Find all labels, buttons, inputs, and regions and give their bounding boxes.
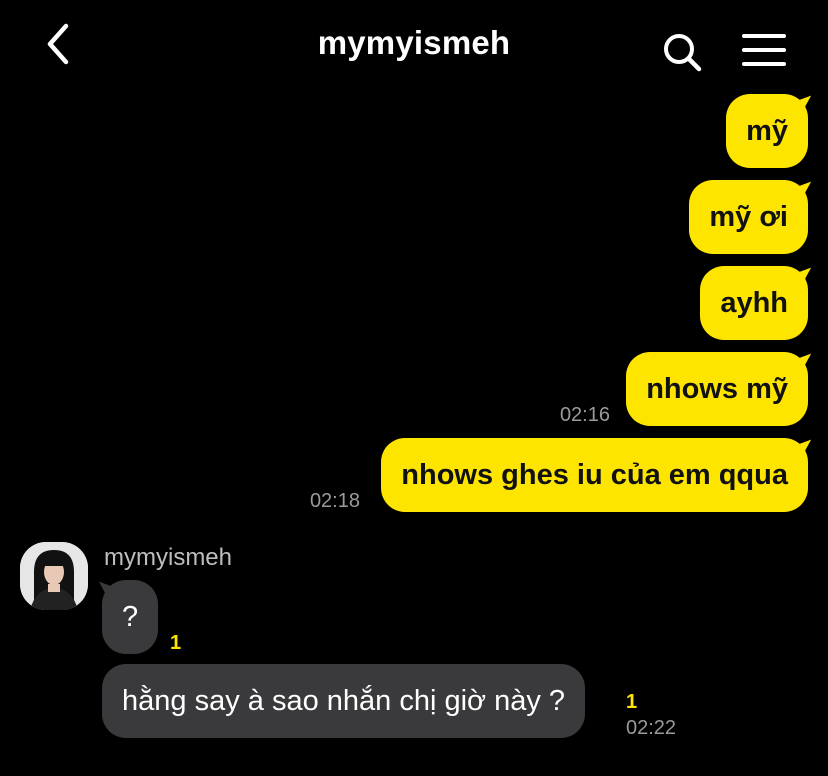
unread-count: 1 [626, 691, 638, 713]
outgoing-message[interactable]: ayhh [700, 266, 808, 340]
message-timestamp: 02:16 [559, 404, 610, 426]
incoming-message[interactable]: hằng say à sao nhắn chị giờ này ? [102, 664, 586, 738]
outgoing-message[interactable]: nhows mỹ [626, 352, 808, 426]
search-button[interactable] [660, 30, 704, 74]
message-timestamp: 02:18 [309, 490, 360, 512]
chat-header: mymyismeh [0, 0, 828, 90]
message-timestamp: 02:22 [626, 717, 677, 739]
avatar[interactable] [20, 542, 88, 610]
menu-button[interactable] [740, 28, 788, 72]
sender-name: mymyismeh [104, 544, 233, 571]
search-icon [664, 34, 702, 72]
profile-photo [20, 542, 88, 610]
outgoing-message[interactable]: mỹ ơi [689, 180, 808, 254]
hamburger-menu-icon [742, 34, 786, 66]
outgoing-message[interactable]: nhows ghes iu của em qqua [381, 438, 808, 512]
incoming-message[interactable]: ? [102, 580, 159, 654]
outgoing-message[interactable]: mỹ [726, 94, 808, 168]
unread-count: 1 [170, 632, 182, 654]
